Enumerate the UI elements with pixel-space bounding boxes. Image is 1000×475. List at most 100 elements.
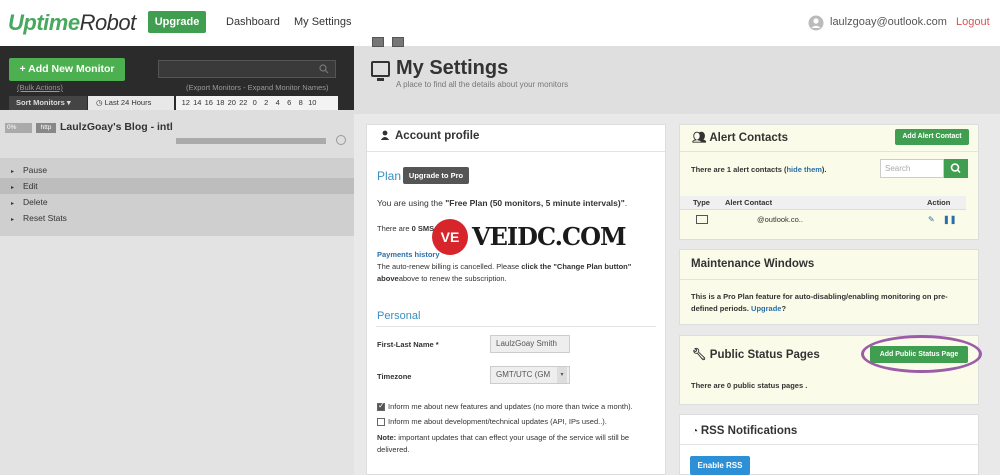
- summary-suffix: ).: [821, 165, 827, 174]
- watermark-text: VEIDC.COM: [472, 222, 627, 251]
- rss-icon: ◔: [692, 426, 701, 437]
- logout-link[interactable]: Logout: [956, 16, 990, 28]
- enable-rss-button[interactable]: Enable RSS: [690, 456, 750, 475]
- add-new-monitor-button[interactable]: + Add New Monitor: [9, 58, 125, 81]
- alert-contacts-title: 👥︎ Alert Contacts: [692, 130, 788, 144]
- bulk-actions-link[interactable]: (Bulk Actions): [17, 83, 63, 92]
- hour-tick: 18: [216, 98, 225, 107]
- technical-updates-label: Inform me about development/technical up…: [388, 417, 607, 426]
- divider: [376, 326, 656, 327]
- menu-item-delete[interactable]: ▸ Delete: [0, 194, 354, 210]
- status-pages-title-text: Public Status Pages: [709, 349, 820, 361]
- top-nav: UptimeRobot Upgrade Dashboard My Setting…: [0, 0, 1000, 46]
- plan-description: You are using the "Free Plan (50 monitor…: [377, 198, 627, 208]
- col-alert-contact: Alert Contact: [725, 198, 773, 207]
- last-24-label: Last 24 Hours: [104, 98, 152, 107]
- hide-them-link[interactable]: hide: [786, 165, 801, 174]
- menu-label: Reset Stats: [23, 213, 67, 223]
- add-alert-contact-button[interactable]: Add Alert Contact: [895, 129, 969, 145]
- watermark-badge: VE: [432, 219, 468, 255]
- hour-scale: 12 14 16 18 20 22 0 2 4 6 8 10: [176, 96, 338, 110]
- timezone-select[interactable]: GMT/UTC (GM ▾: [490, 366, 570, 384]
- users-icon: 👥︎: [692, 132, 710, 144]
- monitor-actions-menu: ▸ Pause ▸ Edit ▸ Delete ▸ Reset Stats: [0, 158, 354, 236]
- alert-contacts-search-button[interactable]: [944, 159, 968, 178]
- alert-contacts-search-input[interactable]: Search: [880, 159, 944, 178]
- menu-label: Edit: [23, 181, 38, 191]
- plan-suffix: .: [624, 198, 628, 208]
- uptime-percent-badge: 0%: [5, 123, 32, 133]
- rss-notifications-title: ◔ RSS Notifications: [692, 425, 797, 437]
- note-text: Note: important updates that can effect …: [377, 432, 657, 456]
- plan-prefix: You are using the: [377, 198, 446, 208]
- maintenance-upgrade-link[interactable]: Upgrade: [751, 304, 781, 313]
- sort-monitors-dropdown[interactable]: Sort Monitors ▾: [9, 96, 87, 110]
- pause-icon[interactable]: ❚❚: [943, 215, 956, 224]
- menu-item-pause[interactable]: ▸ Pause: [0, 162, 354, 178]
- hour-tick: 14: [193, 98, 202, 107]
- first-last-name-input[interactable]: LaulzGoay Smith: [490, 335, 570, 353]
- logo-part2: Robot: [79, 10, 137, 35]
- summary-prefix: There are 1 alert contacts (: [691, 165, 787, 174]
- sms-count: 0 SMS: [411, 224, 435, 233]
- menu-label: Delete: [23, 197, 48, 207]
- renew-text-line1: The auto-renew billing is cancelled. Ple…: [377, 262, 631, 271]
- technical-updates-checkbox[interactable]: [377, 418, 385, 426]
- uptimerobot-logo[interactable]: UptimeRobot: [8, 10, 136, 36]
- newsletter-checkbox[interactable]: [377, 401, 385, 411]
- personal-heading: Personal: [377, 310, 421, 322]
- payments-history-link[interactable]: Payments history: [377, 250, 440, 259]
- page-subtitle: A place to find all the details about yo…: [396, 80, 569, 89]
- edit-icon[interactable]: ✎: [928, 215, 935, 224]
- hour-tick: 16: [204, 98, 213, 107]
- monitor-sidebar: + Add New Monitor (Bulk Actions) (Export…: [0, 46, 354, 475]
- hour-tick: 20: [227, 98, 236, 107]
- renew-suffix: above to renew the subscription.: [398, 274, 507, 283]
- menu-label: Pause: [23, 165, 48, 175]
- menu-item-edit[interactable]: ▸ Edit: [0, 178, 354, 194]
- renew-prefix: The auto-renew billing is cancelled. Ple…: [377, 262, 522, 271]
- monitor-status-icon: [336, 135, 346, 145]
- monitor-row[interactable]: 0% http LaulzGoay's Blog - intl: [0, 110, 354, 158]
- user-avatar-icon[interactable]: [808, 15, 824, 31]
- watermark-logo: VE VEIDC.COM: [432, 219, 627, 259]
- search-icon: [950, 163, 961, 174]
- clock-icon: ◷: [96, 98, 105, 107]
- email-icon: [696, 215, 708, 224]
- hour-tick: 0: [252, 98, 257, 107]
- nav-dashboard[interactable]: Dashboard: [226, 16, 280, 28]
- hour-tick: 12: [181, 98, 190, 107]
- first-last-name-label: First-Last Name *: [377, 340, 439, 349]
- page-title-text: My Settings: [396, 57, 509, 79]
- divider: [680, 151, 978, 152]
- maintenance-windows-title: Maintenance Windows: [691, 258, 815, 270]
- upgrade-button[interactable]: Upgrade: [148, 11, 206, 33]
- public-status-pages-title: 🔧︎ Public Status Pages: [692, 347, 820, 361]
- menu-item-reset-stats[interactable]: ▸ Reset Stats: [0, 210, 354, 226]
- hour-tick: 2: [264, 98, 269, 107]
- monitor-search-input[interactable]: [158, 60, 336, 78]
- user-email[interactable]: laulzgoay@outlook.com: [830, 16, 947, 28]
- rss-title-text: RSS Notifications: [700, 425, 798, 437]
- plan-heading: Plan: [377, 169, 402, 183]
- sidebar-toolbar: + Add New Monitor (Bulk Actions) (Export…: [0, 46, 354, 110]
- highlight-annotation: [861, 335, 982, 373]
- timezone-value: GMT/UTC (GM: [496, 370, 551, 379]
- divider: [680, 444, 978, 445]
- maintenance-suffix: ?: [781, 304, 787, 313]
- maintenance-text: This is a Pro Plan feature for auto-disa…: [691, 291, 971, 315]
- nav-my-settings[interactable]: My Settings: [294, 16, 351, 28]
- timezone-label: Timezone: [377, 372, 412, 381]
- alert-contacts-table-header: [680, 196, 966, 210]
- note-body: important updates that can effect your u…: [377, 433, 630, 454]
- upgrade-to-pro-button[interactable]: Upgrade to Pro: [403, 167, 469, 184]
- monitor-name[interactable]: LaulzGoay's Blog - intl: [60, 121, 173, 133]
- export-expand-links[interactable]: (Export Monitors - Expand Monitor Names): [186, 83, 329, 92]
- last-24-hours-tab[interactable]: ◷ Last 24 Hours: [88, 96, 174, 110]
- sidebar-empty-area: [0, 236, 354, 475]
- view-toggle-icon[interactable]: [392, 37, 404, 47]
- col-action: Action: [927, 198, 951, 207]
- view-toggle-icon[interactable]: [372, 37, 384, 47]
- hide-them-link-2[interactable]: them: [804, 165, 822, 174]
- note-label: Note:: [377, 433, 397, 442]
